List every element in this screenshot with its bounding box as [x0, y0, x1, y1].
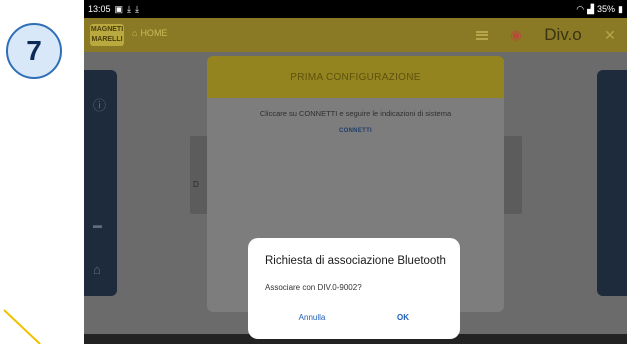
left-side-panel: ⓘ ▬ ⌂	[84, 70, 117, 296]
bluetooth-pairing-dialog: Richiesta di associazione Bluetooth Asso…	[248, 238, 460, 339]
step-number-badge: 7	[6, 23, 62, 79]
home-label: HOME	[140, 28, 168, 38]
signal-icon: ▟	[587, 3, 595, 14]
tablet-screen: 13:05 ▣ ⤓ ⤓ ◠ ▟ 35% ▮ MAGNETI MARELLI ⌂ H…	[84, 0, 627, 344]
home-link[interactable]: ⌂ HOME	[132, 28, 167, 38]
menu-button[interactable]	[465, 18, 499, 52]
ok-button[interactable]: OK	[378, 313, 428, 322]
wifi-icon: ◉	[510, 27, 522, 42]
dialog-header: PRIMA CONFIGURAZIONE	[207, 56, 504, 98]
cancel-button[interactable]: Annulla	[284, 313, 340, 322]
app-toolbar: MAGNETI MARELLI ⌂ HOME ◉ Div.o ✕	[84, 18, 627, 52]
close-button[interactable]: ✕	[593, 18, 627, 52]
status-bar: 13:05 ▣ ⤓ ⤓ ◠ ▟ 35% ▮	[84, 0, 627, 18]
wifi-status-icon: ◠	[576, 3, 585, 14]
pairing-message: Associare con DIV.0-9002?	[265, 283, 362, 292]
brand-logo: MAGNETI MARELLI	[90, 24, 124, 46]
close-icon: ✕	[604, 26, 616, 43]
download-icon: ⤓	[135, 3, 140, 14]
dialog-title: PRIMA CONFIGURAZIONE	[290, 71, 421, 83]
wifi-button[interactable]: ◉	[499, 18, 533, 52]
product-name: Div.o	[544, 25, 582, 44]
battery-level: 35%	[597, 4, 616, 14]
status-time: 13:05	[88, 4, 111, 14]
dialog-instruction: Cliccare su CONNETTI e seguire le indica…	[259, 109, 452, 118]
car-icon[interactable]: ▬	[93, 220, 102, 230]
background-card-letter: D	[193, 180, 199, 189]
gallery-icon: ▣	[114, 3, 124, 14]
annotation-arrow	[3, 309, 41, 344]
connect-button[interactable]: CONNETTI	[207, 128, 504, 134]
download-icon: ⤓	[127, 3, 132, 14]
pairing-title: Richiesta di associazione Bluetooth	[265, 255, 446, 267]
menu-icon	[476, 30, 488, 40]
info-icon[interactable]: ⓘ	[93, 95, 106, 114]
right-side-panel	[597, 70, 627, 296]
battery-icon: ▮	[618, 3, 623, 14]
garage-icon[interactable]: ⌂	[93, 262, 101, 277]
step-number: 7	[26, 35, 42, 66]
home-icon: ⌂	[132, 28, 138, 38]
